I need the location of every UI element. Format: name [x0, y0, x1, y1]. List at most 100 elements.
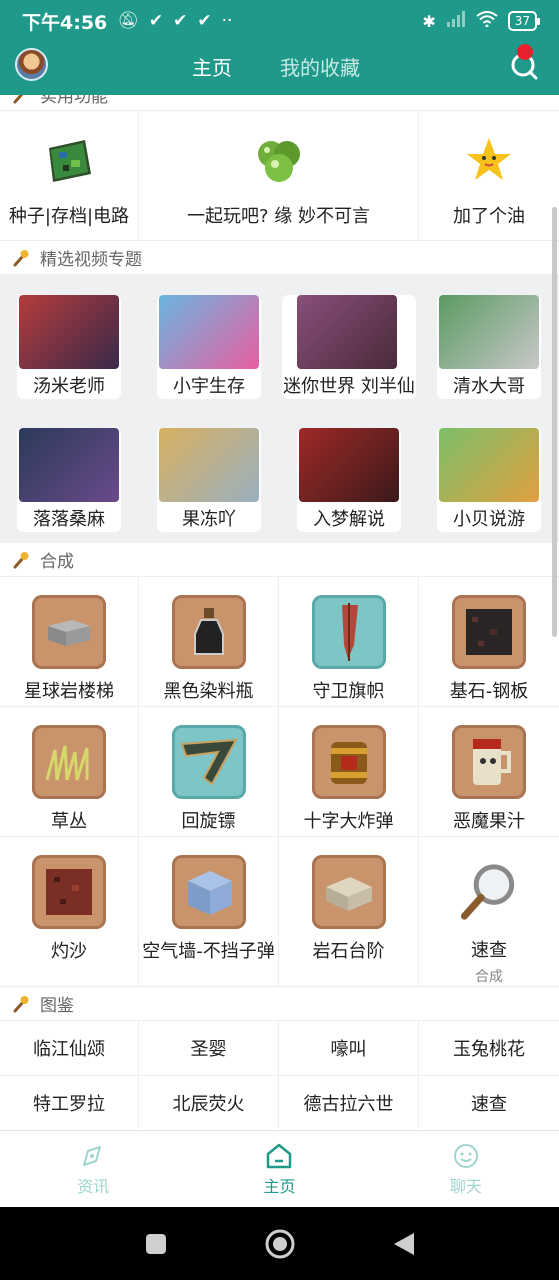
craft-item[interactable]: 灼沙: [0, 837, 139, 987]
craft-item-label: 速查: [471, 940, 507, 961]
torch-icon: [13, 249, 29, 266]
craft-item-label: 黑色染料瓶: [163, 681, 254, 702]
craft-item[interactable]: 草丛: [0, 707, 139, 837]
gray-slab-icon: [32, 595, 106, 669]
bottom-nav-chat[interactable]: 聊天: [373, 1131, 559, 1207]
catalog-grid: 临江仙颂 圣婴 嚎叫 玉兔桃花 特工罗拉 北辰荧火 德古拉六世 速查: [0, 1021, 559, 1129]
video-topic-card[interactable]: 果冻吖: [157, 428, 261, 532]
catalog-item[interactable]: 速查: [419, 1076, 559, 1129]
craft-item-label: 星球岩楼梯: [24, 681, 114, 702]
utility-label: 一起玩吧? 缘 妙不可言: [187, 206, 370, 227]
video-topic-card[interactable]: 落落桑麻: [17, 428, 121, 532]
craft-item-label: 空气墙-不挡子弹: [142, 941, 275, 962]
craft-item[interactable]: 基石-钢板: [419, 577, 559, 707]
craft-item[interactable]: 星球岩楼梯: [0, 577, 139, 707]
star-mascot-icon: [467, 138, 511, 180]
video-topic-label: 落落桑麻: [33, 509, 105, 530]
section-title: 精选视频专题: [40, 250, 142, 270]
video-topic-label: 小宇生存: [173, 376, 245, 397]
home-icon: [267, 1143, 292, 1169]
header-nav: 主页 我的收藏: [0, 42, 559, 95]
video-topic-card[interactable]: 小贝说游: [437, 428, 541, 532]
top-app-bar: 下午4:56 🔕︎ ✔ ✔ ✔ ·· ✱ 37 主页 我的收藏: [0, 0, 559, 95]
utility-label: 加了个油: [453, 206, 525, 227]
more-notifications-icon: ··: [221, 11, 233, 31]
bluetooth-icon: ✱: [422, 11, 436, 31]
rock-step-icon: [311, 855, 386, 929]
craft-item-label: 守卫旗帜: [312, 681, 385, 702]
video-topic-label: 迷你世界 刘半仙: [283, 376, 415, 397]
craft-item-label: 草丛: [51, 811, 87, 832]
bottom-navigation: 资讯 主页 聊天: [0, 1130, 559, 1207]
video-topic-card[interactable]: 入梦解说: [297, 428, 401, 532]
catalog-item[interactable]: 北辰荧火: [139, 1076, 279, 1129]
section-header-videos: 精选视频专题: [0, 241, 559, 275]
recent-apps-button[interactable]: [140, 1228, 172, 1260]
status-bar: 下午4:56 🔕︎ ✔ ✔ ✔ ·· ✱ 37: [0, 0, 559, 42]
craft-item[interactable]: 黑色染料瓶: [139, 577, 279, 707]
video-thumbnail: [439, 295, 539, 369]
chat-icon: [453, 1144, 478, 1168]
craft-item[interactable]: 恶魔果汁: [419, 707, 559, 837]
catalog-item[interactable]: 特工罗拉: [0, 1076, 139, 1129]
check-notification-icon: ✔: [173, 11, 188, 31]
bottom-nav-label: 主页: [263, 1177, 296, 1196]
notification-badge: [517, 44, 533, 60]
catalog-item[interactable]: 玉兔桃花: [419, 1021, 559, 1076]
video-topics-grid: 汤米老师 小宇生存 迷你世界 刘半仙 清水大哥 落落桑麻 果冻吖 入梦解说 小贝…: [0, 275, 559, 543]
bottom-nav-news[interactable]: 资讯: [0, 1131, 186, 1207]
home-system-button[interactable]: [264, 1228, 296, 1260]
status-time: 下午4:56: [22, 11, 108, 34]
boomerang-icon: [171, 725, 246, 799]
craft-quick-lookup[interactable]: 速查 合成: [419, 837, 559, 987]
craft-item[interactable]: 回旋镖: [139, 707, 279, 837]
craft-item[interactable]: 空气墙-不挡子弹: [139, 837, 279, 987]
section-header-crafting: 合成: [0, 543, 559, 577]
video-thumbnail: [159, 428, 259, 502]
system-navigation-bar: [0, 1207, 559, 1280]
craft-item-sublabel: 合成: [475, 969, 503, 985]
mute-icon: 🔕︎: [117, 11, 139, 31]
video-topic-card[interactable]: 清水大哥: [437, 295, 541, 399]
craft-item[interactable]: 十字大炸弹: [279, 707, 419, 837]
video-thumbnail: [299, 428, 399, 502]
magnifier-icon: [460, 864, 515, 920]
craft-item-label: 岩石台阶: [312, 941, 385, 962]
tab-home[interactable]: 主页: [192, 52, 232, 81]
utility-add-fuel[interactable]: 加了个油: [419, 111, 559, 240]
craft-item-label: 灼沙: [51, 941, 87, 962]
bottom-nav-home[interactable]: 主页: [186, 1131, 372, 1207]
section-title: 实用功能: [40, 95, 108, 107]
green-orbs-icon: [257, 141, 300, 182]
craft-item-label: 基石-钢板: [449, 681, 529, 702]
catalog-item[interactable]: 圣婴: [139, 1021, 279, 1076]
video-topic-label: 入梦解说: [313, 509, 385, 530]
user-avatar[interactable]: [15, 48, 48, 81]
section-title: 合成: [40, 552, 74, 572]
main-content[interactable]: 实用功能 种子|存档|电路 一起玩吧? 缘 妙不可言 加了个油 精选视频专题 汤…: [0, 95, 559, 1129]
catalog-item[interactable]: 德古拉六世: [279, 1076, 419, 1129]
search-button[interactable]: [507, 44, 543, 83]
battery-indicator: 37: [507, 11, 541, 31]
scrollbar[interactable]: [552, 207, 557, 637]
wifi-icon: [476, 11, 498, 31]
tab-favorites[interactable]: 我的收藏: [280, 52, 360, 81]
craft-item[interactable]: 守卫旗帜: [279, 577, 419, 707]
video-topic-card[interactable]: 汤米老师: [17, 295, 121, 399]
torch-icon: [13, 995, 29, 1012]
craft-item[interactable]: 岩石台阶: [279, 837, 419, 987]
signal-icon: [446, 11, 466, 31]
utility-play-together[interactable]: 一起玩吧? 缘 妙不可言: [139, 111, 419, 240]
catalog-item[interactable]: 嚎叫: [279, 1021, 419, 1076]
video-topic-card[interactable]: 小宇生存: [157, 295, 261, 399]
video-topic-label: 汤米老师: [33, 376, 105, 397]
back-button[interactable]: [388, 1228, 420, 1260]
catalog-item[interactable]: 临江仙颂: [0, 1021, 139, 1076]
video-topic-card[interactable]: 迷你世界 刘半仙: [282, 295, 416, 399]
utility-label: 种子|存档|电路: [8, 206, 130, 227]
utility-seeds-saves[interactable]: 种子|存档|电路: [0, 111, 139, 240]
air-wall-icon: [171, 855, 246, 929]
grass-icon: [32, 725, 106, 799]
header-tabs: 主页 我的收藏: [192, 52, 360, 81]
crafting-grid: 星球岩楼梯 黑色染料瓶 守卫旗帜 基石-钢板 草丛 回旋镖 十字大炸弹 恶魔果汁…: [0, 577, 559, 987]
